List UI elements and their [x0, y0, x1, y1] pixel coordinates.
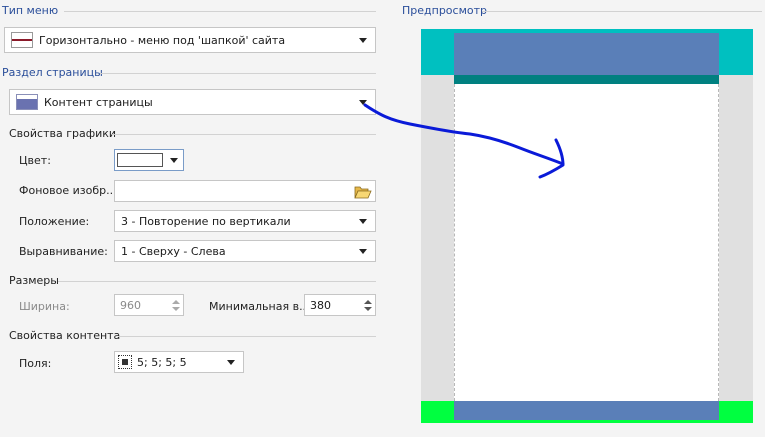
menu-type-divider [64, 11, 376, 12]
sizes-divider [58, 281, 376, 282]
preview-footer-inner [454, 401, 719, 420]
content-layout-icon [16, 94, 38, 110]
min-height-value: 380 [310, 298, 331, 312]
sizes-title: Размеры [9, 274, 59, 287]
content-props-title: Свойства контента [9, 329, 121, 342]
preview-title: Предпросмотр [402, 4, 487, 17]
width-value: 960 [120, 298, 141, 312]
folder-open-icon [354, 186, 372, 198]
min-height-label: Минимальная в... [209, 300, 310, 313]
width-stepper[interactable]: 960 [114, 294, 184, 316]
chevron-down-icon[interactable] [359, 37, 367, 43]
padding-label: Поля: [19, 357, 52, 370]
color-picker[interactable] [114, 149, 184, 171]
preview-divider [482, 11, 762, 12]
padding-dropdown[interactable]: 5; 5; 5; 5 [114, 351, 244, 373]
chevron-down-icon[interactable] [359, 248, 367, 254]
color-swatch [117, 153, 163, 167]
preview-header-inner [454, 33, 719, 75]
width-label: Ширина: [19, 300, 70, 313]
align-value: 1 - Сверху - Слева [121, 244, 226, 258]
bg-image-input[interactable] [114, 180, 376, 202]
menu-type-value: Горизонтально - меню под 'шапкой' сайта [39, 33, 286, 47]
arrow-up-icon[interactable] [172, 299, 180, 304]
chevron-down-icon[interactable] [359, 218, 367, 224]
spin-buttons[interactable] [169, 295, 183, 315]
preview-menu-bar [454, 75, 719, 84]
page-section-dropdown[interactable]: Контент страницы [9, 89, 376, 115]
arrow-up-icon[interactable] [364, 299, 372, 304]
min-height-stepper[interactable]: 380 [304, 294, 376, 316]
graphics-divider [112, 134, 376, 135]
page-section-value: Контент страницы [44, 95, 153, 109]
position-value: 3 - Повторение по вертикали [121, 214, 291, 228]
content-props-divider [118, 336, 376, 337]
page-section-divider [100, 73, 376, 74]
menu-layout-icon [11, 32, 33, 48]
arrow-down-icon[interactable] [172, 306, 180, 311]
graphics-title: Свойства графики [9, 127, 117, 140]
align-label: Выравнивание: [19, 245, 108, 258]
align-dropdown[interactable]: 1 - Сверху - Слева [114, 240, 376, 262]
chevron-down-icon[interactable] [359, 99, 367, 105]
preview-content-area [454, 84, 719, 401]
chevron-down-icon[interactable] [170, 157, 178, 163]
color-label: Цвет: [19, 154, 51, 167]
page-section-title: Раздел страницы [2, 66, 103, 79]
padding-value: 5; 5; 5; 5 [137, 355, 187, 369]
arrow-down-icon[interactable] [364, 306, 372, 311]
browse-folder-button[interactable] [353, 182, 373, 200]
position-label: Положение: [19, 215, 90, 228]
preview-canvas [421, 29, 753, 423]
padding-icon [118, 355, 132, 369]
spin-buttons[interactable] [361, 295, 375, 315]
bg-image-label: Фоновое изобр... [19, 184, 117, 197]
menu-type-dropdown[interactable]: Горизонтально - меню под 'шапкой' сайта [4, 27, 376, 53]
position-dropdown[interactable]: 3 - Повторение по вертикали [114, 210, 376, 232]
chevron-down-icon[interactable] [227, 359, 235, 365]
menu-type-title: Тип меню [2, 4, 59, 17]
